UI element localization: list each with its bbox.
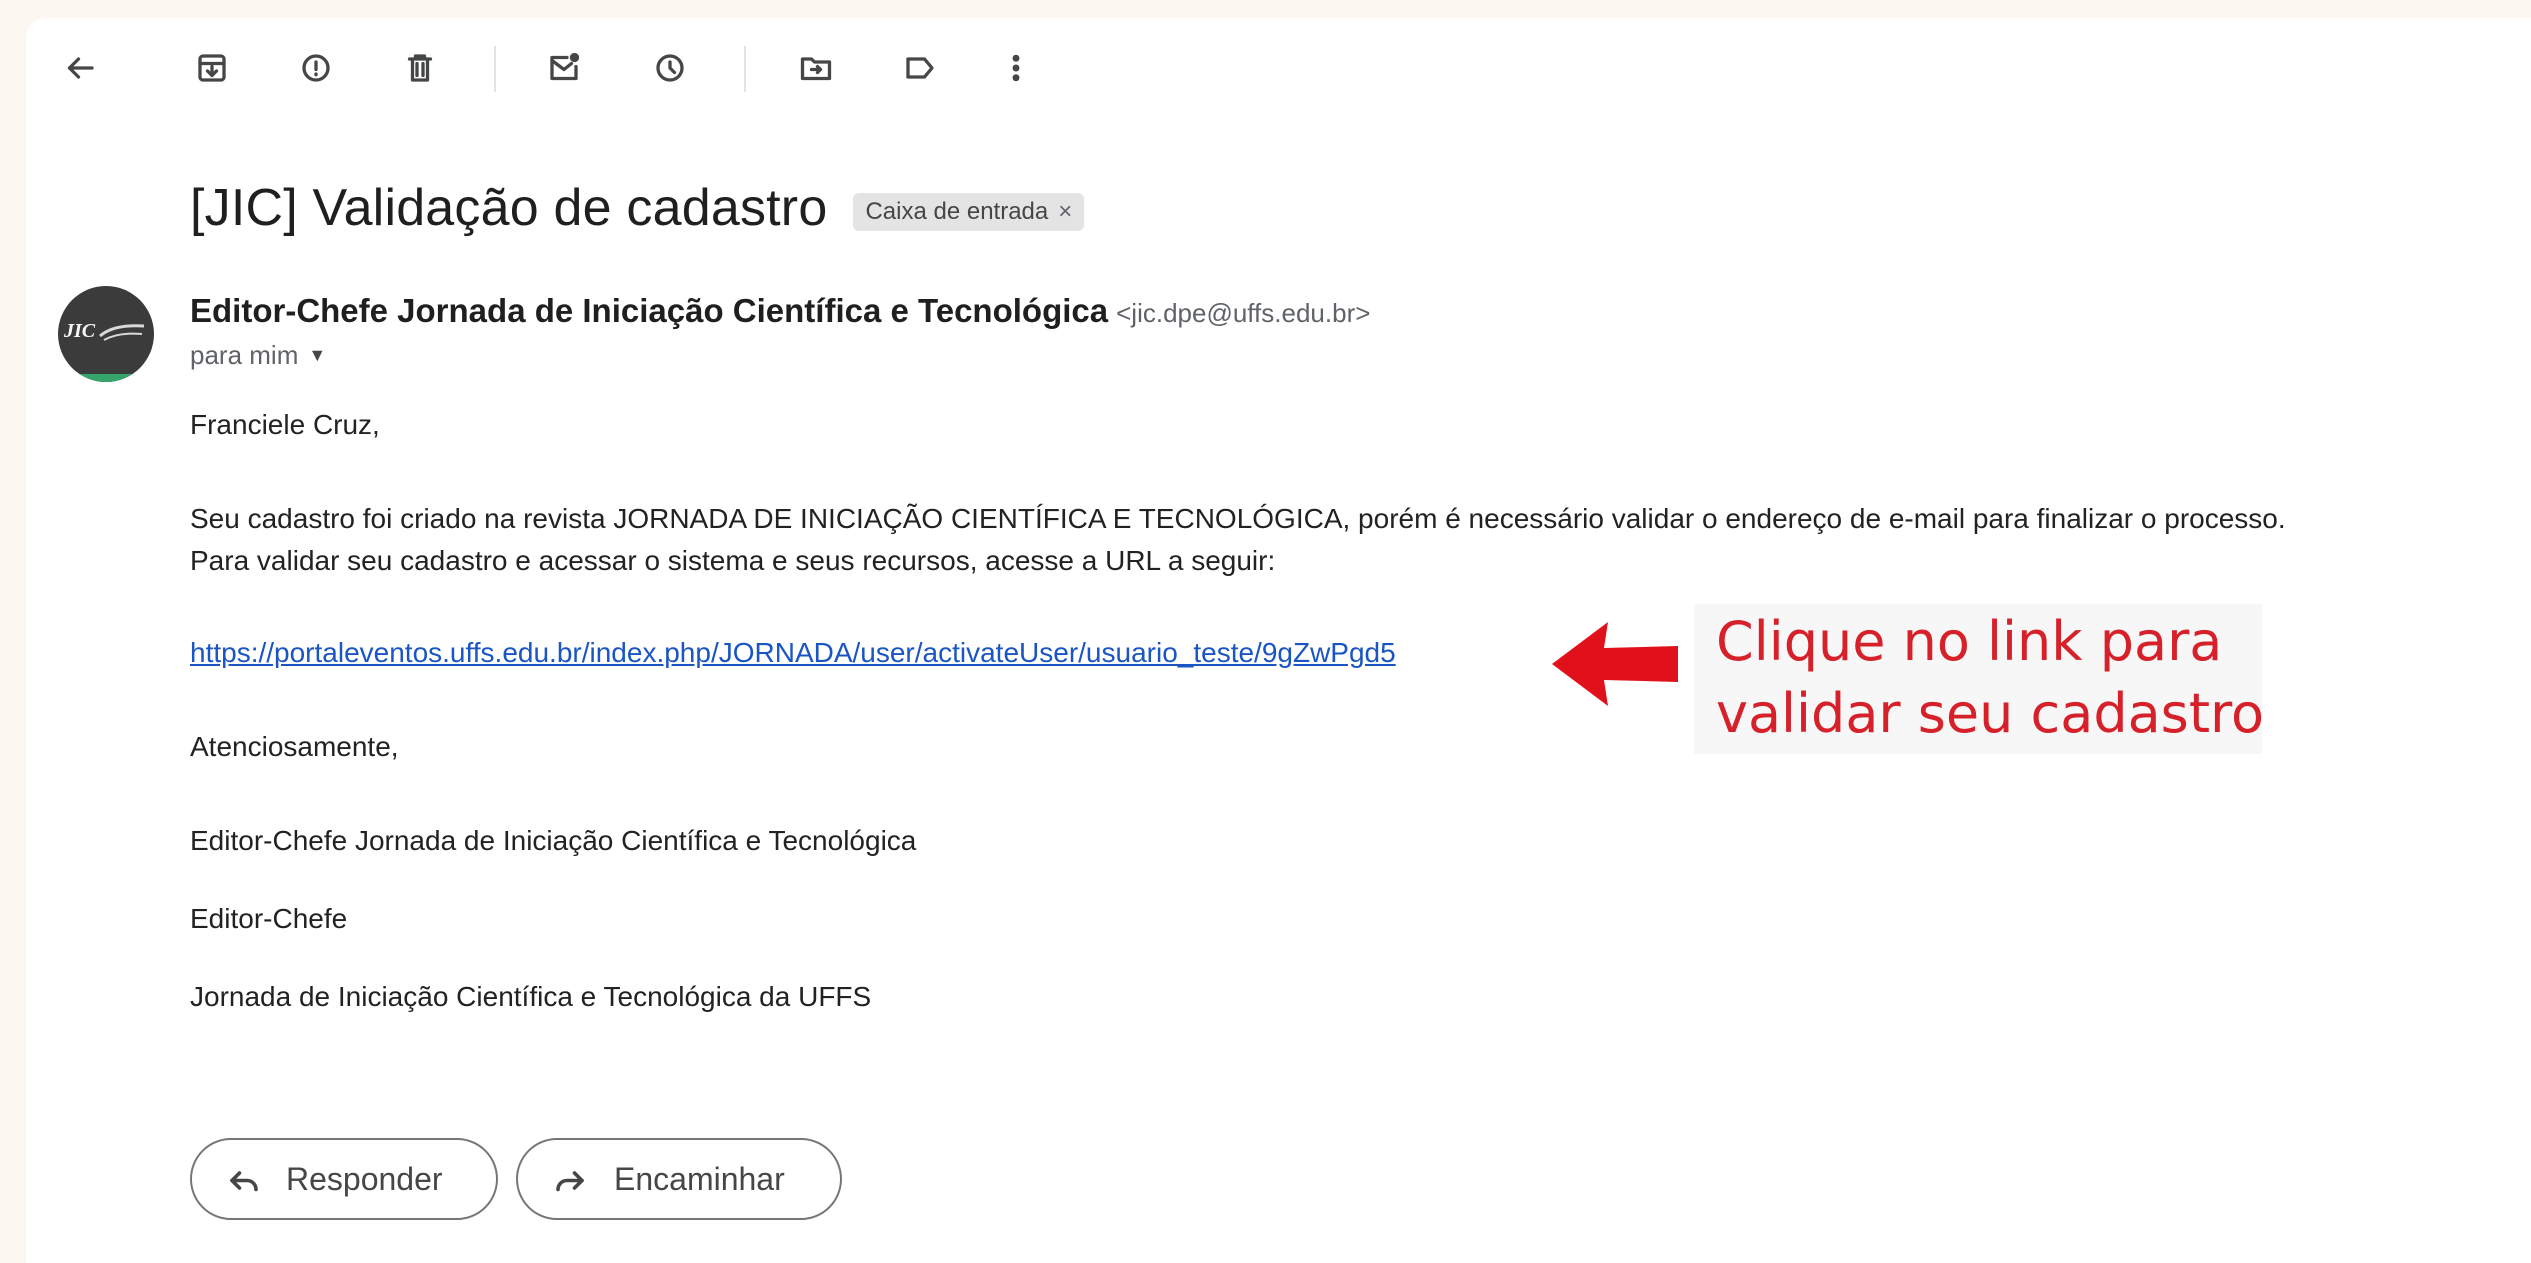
archive-icon[interactable] xyxy=(192,48,232,88)
recipient-row: para mim ▼ xyxy=(190,340,326,371)
annotation-line-2: validar seu cadastro xyxy=(1716,682,2265,745)
signature-line-2: Editor-Chefe xyxy=(190,903,348,934)
sender-row: Editor-Chefe Jornada de Iniciação Cientí… xyxy=(190,292,1370,330)
remove-label-icon[interactable]: × xyxy=(1058,198,1072,226)
greeting-text: Franciele Cruz, xyxy=(190,409,380,440)
mark-unread-icon[interactable] xyxy=(544,48,584,88)
annotation-line-1: Clique no link para xyxy=(1716,610,2223,673)
annotation-arrow-icon xyxy=(1552,622,1678,706)
message-toolbar xyxy=(26,18,2531,118)
forward-button-label: Encaminhar xyxy=(614,1160,785,1197)
reply-arrow-icon xyxy=(230,1171,258,1192)
activation-link[interactable]: https://portaleventos.uffs.edu.br/index.… xyxy=(190,637,1396,668)
forward-button[interactable]: Encaminhar xyxy=(516,1138,842,1220)
move-to-icon[interactable] xyxy=(796,48,836,88)
activation-link-container: https://portaleventos.uffs.edu.br/index.… xyxy=(190,632,1396,674)
sender-email: <jic.dpe@uffs.edu.br> xyxy=(1116,298,1371,328)
inbox-label-chip[interactable]: Caixa de entrada × xyxy=(853,193,1085,231)
body-paragraph-line-2: Para validar seu cadastro e acessar o si… xyxy=(190,545,1276,576)
body-paragraph-line-1: Seu cadastro foi criado na revista JORNA… xyxy=(190,503,2286,534)
annotation-callout: Clique no link para validar seu cadastro xyxy=(1716,606,2264,750)
email-view-panel: [JIC] Validação de cadastro Caixa de ent… xyxy=(26,18,2531,1263)
avatar-accent-bar xyxy=(58,374,154,382)
email-subject: [JIC] Validação de cadastro xyxy=(190,179,828,237)
reply-button-label: Responder xyxy=(286,1160,443,1197)
closing-text: Atenciosamente, xyxy=(190,731,399,762)
reply-button[interactable]: Responder xyxy=(190,1138,498,1220)
back-arrow-icon[interactable] xyxy=(60,48,100,88)
sender-avatar[interactable]: JIC xyxy=(58,286,154,382)
more-vert-icon[interactable] xyxy=(996,48,1036,88)
avatar-logo-text: JIC xyxy=(64,320,96,342)
report-spam-icon[interactable] xyxy=(296,48,336,88)
delete-icon[interactable] xyxy=(400,48,440,88)
avatar-logo-swoosh xyxy=(99,324,145,341)
recipient-text: para mim xyxy=(190,340,299,370)
inbox-label-text: Caixa de entrada xyxy=(865,198,1049,225)
signature-line-1: Editor-Chefe Jornada de Iniciação Cientí… xyxy=(190,825,917,856)
toolbar-divider xyxy=(744,46,746,92)
toolbar-divider xyxy=(494,46,496,92)
signature-line-3: Jornada de Iniciação Científica e Tecnol… xyxy=(190,981,872,1012)
label-icon[interactable] xyxy=(900,48,940,88)
show-details-chevron-down-icon[interactable]: ▼ xyxy=(308,345,326,366)
forward-arrow-icon xyxy=(556,1171,584,1192)
subject-row: [JIC] Validação de cadastro Caixa de ent… xyxy=(190,178,1085,238)
snooze-icon[interactable] xyxy=(650,48,690,88)
sender-name[interactable]: Editor-Chefe Jornada de Iniciação Cientí… xyxy=(190,292,1108,330)
